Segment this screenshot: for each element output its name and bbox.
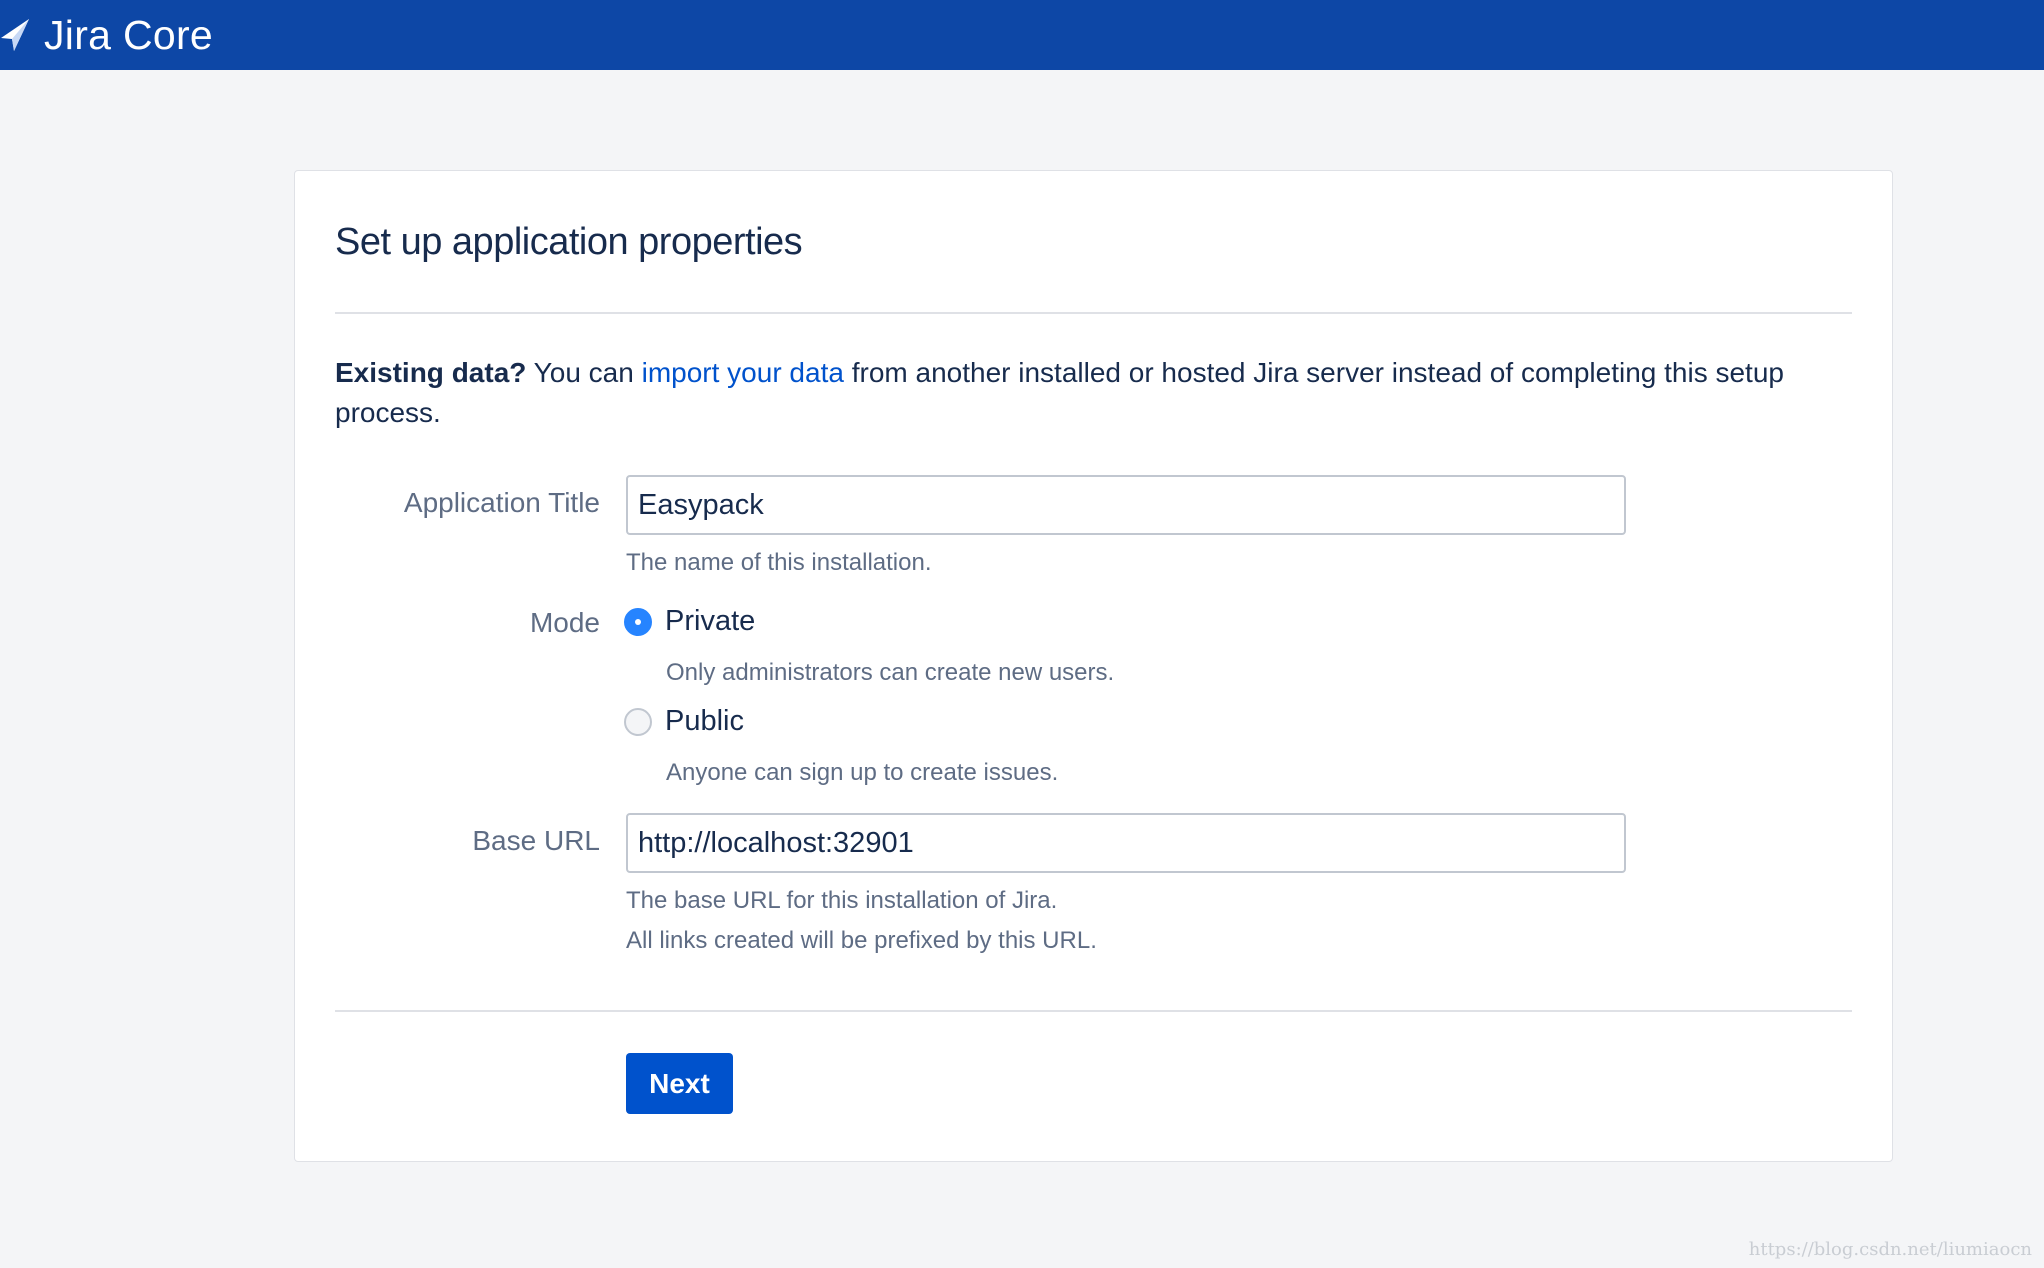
public-radio-label[interactable]: Public bbox=[665, 705, 744, 738]
private-radio[interactable] bbox=[624, 607, 652, 636]
import-data-link[interactable]: import your data bbox=[642, 357, 844, 388]
public-mode-help: Anyone can sign up to create issues. bbox=[666, 759, 1059, 786]
jira-core-logo-icon bbox=[1, 19, 29, 51]
base-url-input[interactable] bbox=[626, 813, 1626, 873]
intro-text-before: You can bbox=[526, 357, 642, 388]
application-title-input[interactable] bbox=[626, 475, 1626, 535]
public-radio[interactable] bbox=[624, 707, 652, 736]
application-title-help: The name of this installation. bbox=[626, 549, 932, 576]
import-data-notice: Existing data? You can import your data … bbox=[335, 353, 1855, 433]
watermark-text: https://blog.csdn.net/liumiaocn bbox=[1748, 1239, 2032, 1260]
private-mode-help: Only administrators can create new users… bbox=[666, 659, 1115, 686]
existing-data-label: Existing data? bbox=[335, 357, 527, 388]
base-url-help-line-2: All links created will be prefixed by th… bbox=[626, 927, 1097, 954]
private-radio-label[interactable]: Private bbox=[665, 605, 755, 638]
mode-option-public[interactable]: Public bbox=[624, 705, 744, 738]
base-url-help-line-1: The base URL for this installation of Ji… bbox=[626, 887, 1058, 914]
next-button[interactable]: Next bbox=[626, 1053, 733, 1114]
app-logo[interactable]: Jira Core bbox=[0, 0, 213, 70]
setup-panel: Set up application properties Existing d… bbox=[294, 170, 1893, 1162]
application-title-label: Application Title bbox=[403, 487, 600, 518]
base-url-label: Base URL bbox=[472, 825, 600, 856]
footer-divider bbox=[335, 1010, 1852, 1012]
title-divider bbox=[335, 312, 1852, 314]
app-name: Jira Core bbox=[44, 11, 214, 58]
top-navigation-bar: Jira Core bbox=[0, 0, 2044, 70]
mode-label: Mode bbox=[529, 607, 600, 638]
page-title: Set up application properties bbox=[335, 221, 803, 263]
mode-option-private[interactable]: Private bbox=[624, 605, 755, 638]
